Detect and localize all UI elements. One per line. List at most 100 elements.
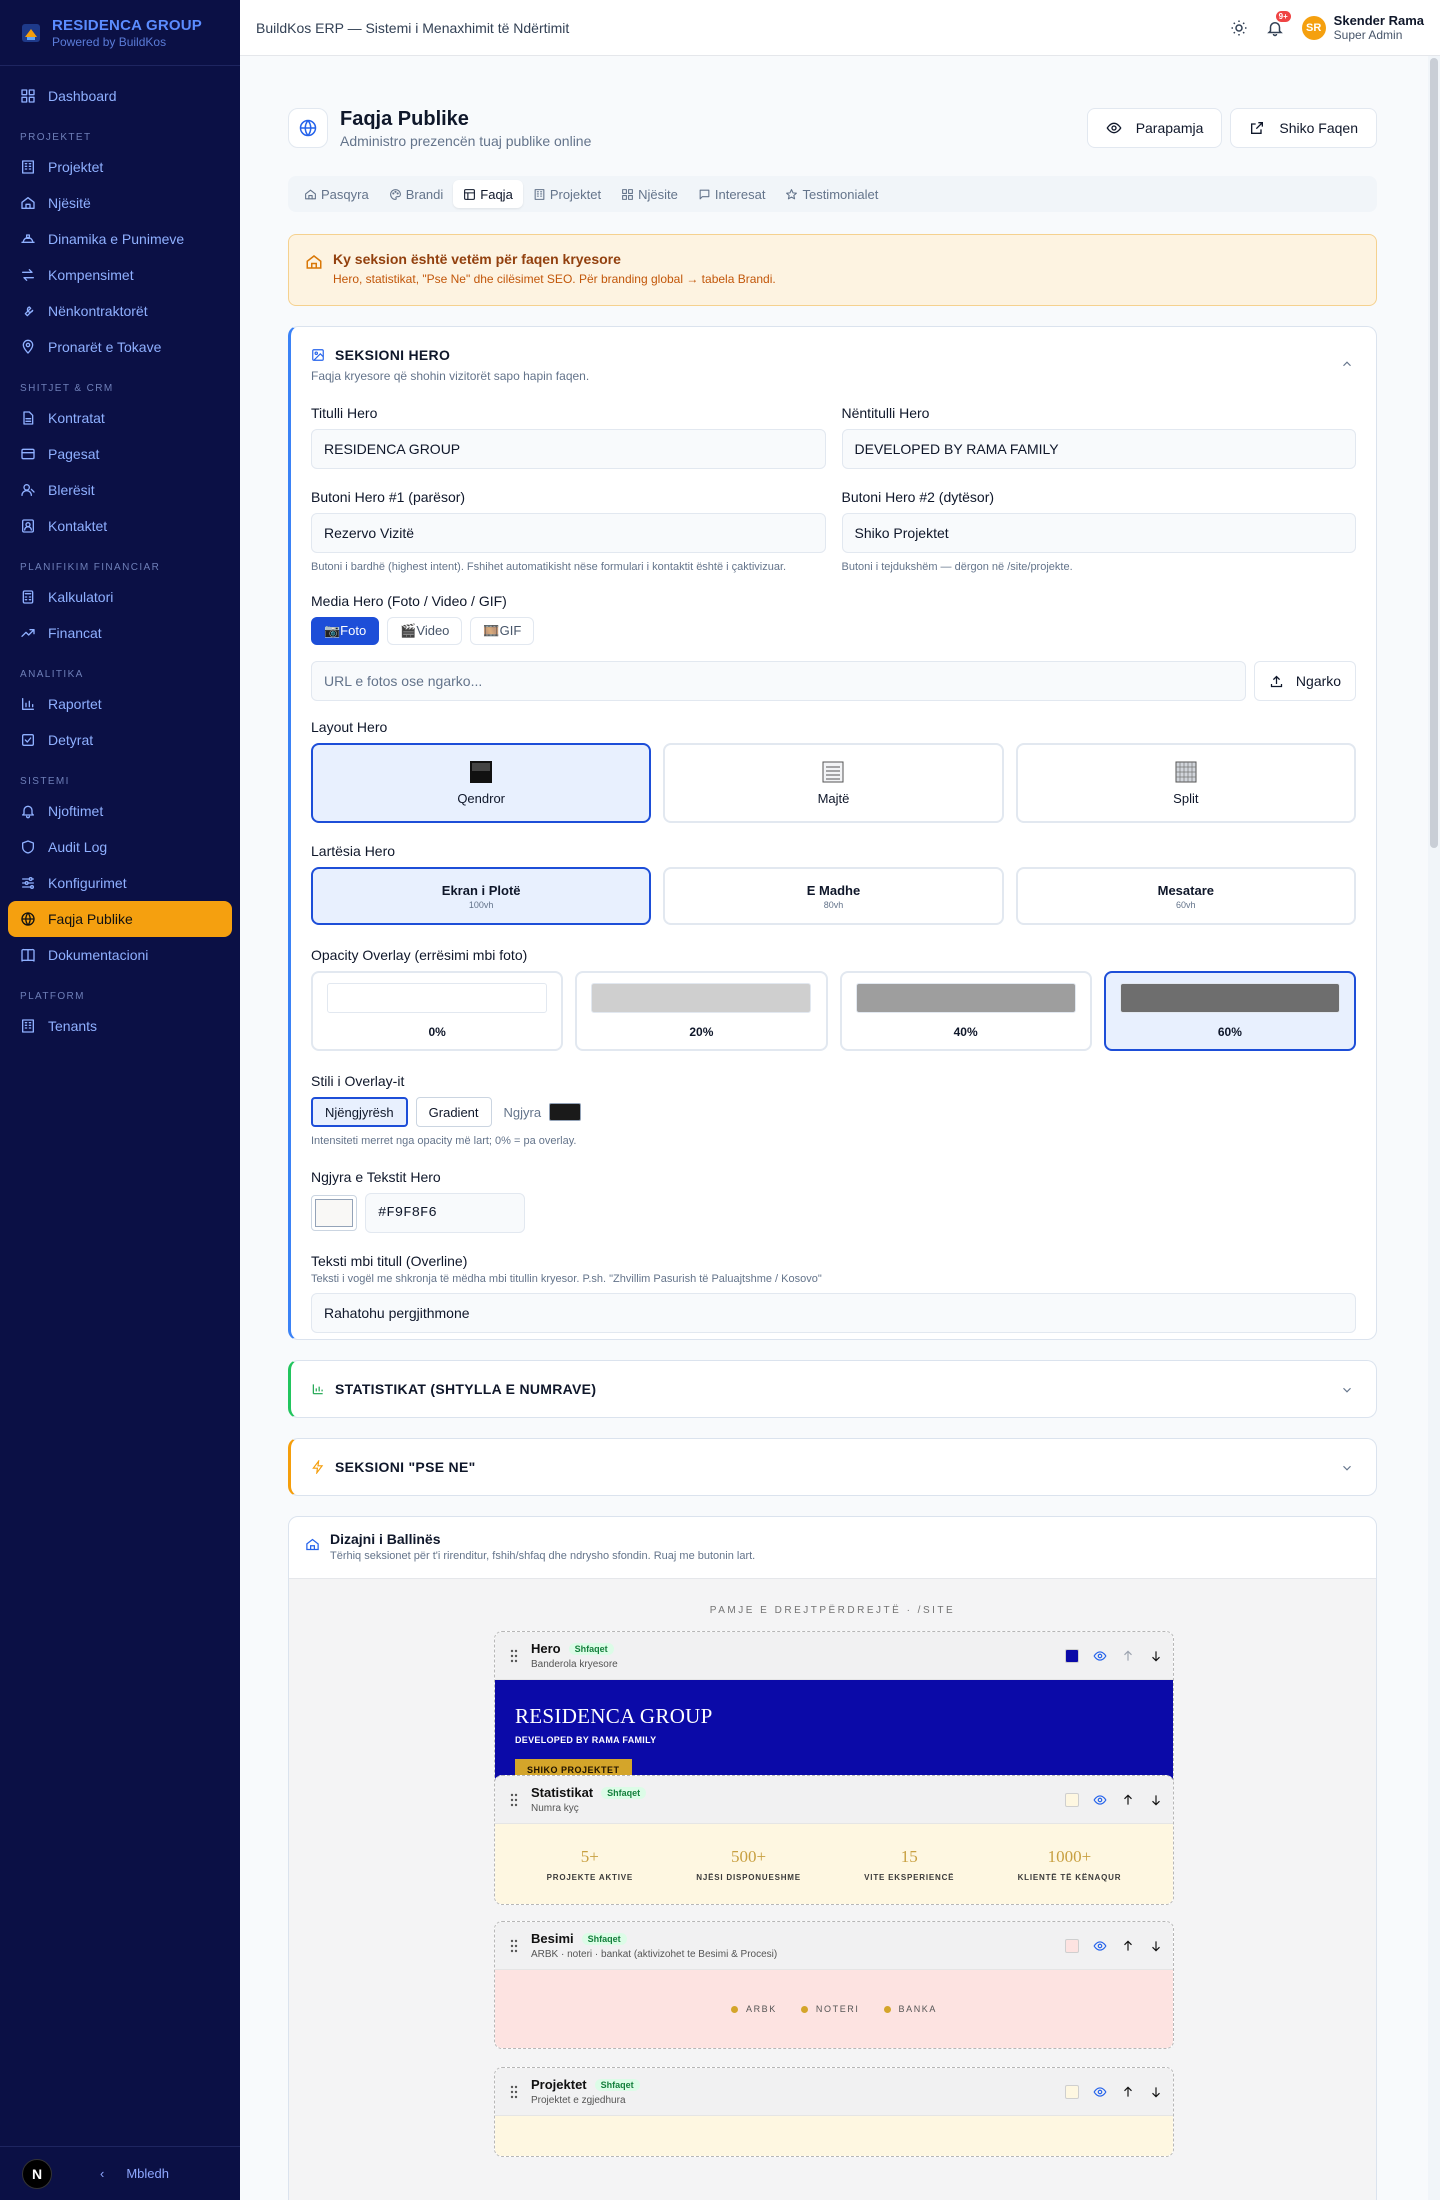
arrow-up-icon[interactable] <box>1121 2085 1135 2099</box>
sidebar-item-dashboard[interactable]: Dashboard <box>8 78 232 114</box>
tab[interactable]: Interesat <box>688 180 776 208</box>
arrow-down-icon[interactable] <box>1149 1649 1163 1663</box>
height-option-sub: 100vh <box>468 899 494 910</box>
sidebar-item[interactable]: Blerësit <box>8 472 232 508</box>
sidebar-item[interactable]: Dokumentacioni <box>8 937 232 973</box>
sidebar-item[interactable]: Kalkulatori <box>8 579 232 615</box>
scrollbar[interactable] <box>1428 56 1440 2200</box>
eye-icon[interactable] <box>1093 2085 1107 2099</box>
sidebar-item[interactable]: Njësitë <box>8 185 232 221</box>
tab[interactable]: Projektet <box>523 180 611 208</box>
eye-icon[interactable] <box>1093 1793 1107 1807</box>
preview-button[interactable]: Parapamja <box>1086 108 1223 148</box>
drag-handle-icon[interactable] <box>509 1649 519 1663</box>
tab[interactable]: Pasqyra <box>294 180 379 208</box>
hero-subtitle-input[interactable]: DEVELOPED BY RAMA FAMILY <box>841 429 1356 469</box>
sidebar-item[interactable]: Financat <box>8 615 232 651</box>
sidebar-item[interactable]: Dinamika e Punimeve <box>8 221 232 257</box>
sidebar-item[interactable]: Tenants <box>8 1008 232 1044</box>
sidebar-item-label: Dokumentacioni <box>48 947 149 963</box>
opacity-option[interactable]: 60% <box>1103 971 1356 1051</box>
notifications-button[interactable]: 9+ <box>1266 10 1291 37</box>
overlay-gradient-button[interactable]: Gradient <box>415 1097 492 1127</box>
media-type-chip[interactable]: 🎬Video <box>387 617 463 645</box>
opacity-option[interactable]: 20% <box>575 971 828 1051</box>
scrollbar-thumb[interactable] <box>1430 58 1438 848</box>
arrow-up-icon[interactable] <box>1121 1793 1135 1807</box>
height-option[interactable]: E Madhe 80vh <box>663 867 1004 925</box>
tab[interactable]: Faqja <box>453 180 523 208</box>
layout-option[interactable]: Split <box>1015 743 1356 823</box>
layout-option[interactable]: Qendror <box>311 743 652 823</box>
sidebar-item[interactable]: Njoftimet <box>8 793 232 829</box>
text-color-input[interactable]: #F9F8F6 <box>365 1193 525 1233</box>
user-avatar[interactable]: SR <box>1301 15 1326 40</box>
tab[interactable]: Njësite <box>611 180 688 208</box>
drag-handle-icon[interactable] <box>509 2085 519 2099</box>
sidebar-item[interactable]: Raportet <box>8 686 232 722</box>
opacity-option[interactable]: 40% <box>839 971 1092 1051</box>
eye-icon[interactable] <box>1093 1939 1107 1953</box>
text-color-picker[interactable] <box>311 1195 357 1231</box>
drag-handle-icon[interactable] <box>509 1939 519 1953</box>
height-option-label: E Madhe <box>806 882 861 898</box>
brand[interactable]: RESIDENCA GROUP Powered by BuildKos <box>0 0 240 66</box>
layout-option[interactable]: Majtë <box>663 743 1004 823</box>
drag-handle-icon[interactable] <box>509 1793 519 1807</box>
arrow-up-icon[interactable] <box>1121 1649 1135 1663</box>
background-color-swatch[interactable] <box>1065 1938 1079 1953</box>
arrow-down-icon[interactable] <box>1149 2085 1163 2099</box>
background-color-swatch[interactable] <box>1065 2084 1079 2099</box>
overline-input[interactable]: Rahatohu pergjithmone <box>311 1293 1356 1333</box>
opacity-option[interactable]: 0% <box>311 971 564 1051</box>
sidebar-item[interactable]: Audit Log <box>8 829 232 865</box>
sidebar-item[interactable]: Pagesat <box>8 436 232 472</box>
opacity-preview-swatch <box>327 983 548 1013</box>
chevron-down-icon[interactable] <box>1340 1383 1354 1397</box>
hero-button1-input[interactable]: Rezervo Vizitë <box>311 513 826 553</box>
sidebar-item[interactable]: Kontaktet <box>8 508 232 544</box>
media-url-input[interactable]: URL e fotos ose ngarko... <box>311 661 1246 701</box>
background-color-swatch[interactable] <box>1065 1792 1079 1807</box>
height-option[interactable]: Mesatare 60vh <box>1015 867 1356 925</box>
tab[interactable]: Testimonialet <box>775 180 888 208</box>
chevron-down-icon[interactable] <box>1340 1461 1354 1475</box>
collapse-button[interactable]: ‹ Mbledh <box>100 2166 169 2181</box>
sidebar-item-label: Dinamika e Punimeve <box>48 231 185 247</box>
next-avatar[interactable]: N <box>22 2158 52 2189</box>
why-section-card[interactable]: SEKSIONI "PSE NE" <box>288 1438 1377 1496</box>
overlay-color-swatch[interactable] <box>549 1103 582 1121</box>
sidebar-item[interactable]: Detyrat <box>8 722 232 758</box>
media-type-chip[interactable]: 📷Foto <box>311 617 380 645</box>
view-site-button[interactable]: Shiko Faqen <box>1230 108 1377 148</box>
section-block[interactable]: Besimi Shfaqet ARBK · noteri · bankat (akt… <box>494 1921 1174 2049</box>
stats-section-card[interactable]: STATISTIKAT (SHTYLLA E NUMRAVE) <box>288 1360 1377 1418</box>
sidebar-item[interactable]: Faqja Publike <box>8 901 232 937</box>
sun-icon[interactable] <box>1230 19 1248 37</box>
arrow-down-icon[interactable] <box>1149 1939 1163 1953</box>
media-type-chip[interactable]: 🎞️GIF <box>470 617 535 645</box>
upload-button[interactable]: Ngarko <box>1254 661 1356 701</box>
sidebar-item[interactable]: Nënkontraktorët <box>8 293 232 329</box>
arrow-up-icon[interactable] <box>1121 1939 1135 1953</box>
sidebar-item[interactable]: Projektet <box>8 149 232 185</box>
tab[interactable]: Brandi <box>379 180 454 208</box>
eye-icon[interactable] <box>1093 1649 1107 1663</box>
sidebar-item[interactable]: Pronarët e Tokave <box>8 329 232 365</box>
sidebar-item[interactable]: Kompensimet <box>8 257 232 293</box>
height-option[interactable]: Ekran i Plotë 100vh <box>311 867 652 925</box>
section-block[interactable]: Statistikat Shfaqet Numra kyç 5+ PROJEKTE AK… <box>494 1775 1174 1905</box>
hero-title-input[interactable]: RESIDENCA GROUP <box>311 429 826 469</box>
section-block-name: Besimi <box>531 1931 574 1946</box>
sidebar-item-label: Detyrat <box>48 732 94 748</box>
background-color-swatch[interactable] <box>1065 1648 1079 1663</box>
chevron-up-icon[interactable] <box>1340 357 1354 371</box>
sidebar-item[interactable]: Kontratat <box>8 400 232 436</box>
arrow-down-icon[interactable] <box>1149 1793 1163 1807</box>
tab-label: Brandi <box>405 186 444 202</box>
section-block[interactable]: Projektet Shfaqet Projektet e zgjedhura <box>494 2067 1174 2157</box>
sidebar-item[interactable]: Konfigurimet <box>8 865 232 901</box>
overlay-solid-button[interactable]: Njëngjyrësh <box>311 1097 408 1127</box>
hero-button2-input[interactable]: Shiko Projektet <box>841 513 1356 553</box>
user-info[interactable]: Skender Rama Super Admin <box>1334 13 1424 42</box>
